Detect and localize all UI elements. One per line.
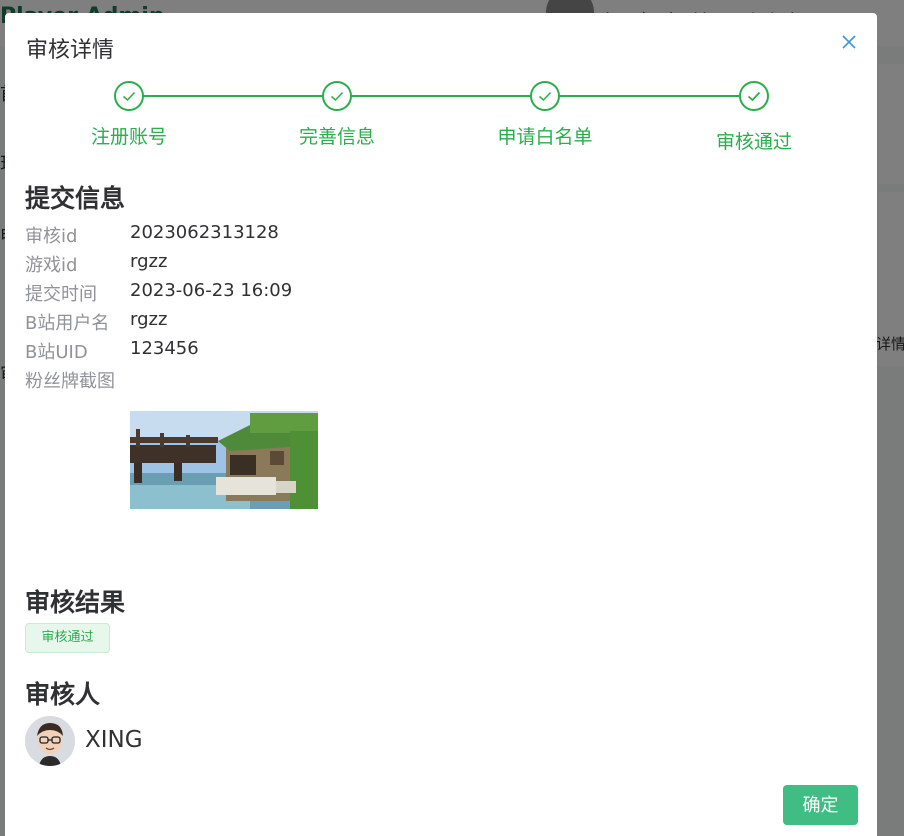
progress-steps: 注册账号 完善信息 申请白名单 审核通过 — [5, 13, 877, 173]
review-details-dialog: 审核详情 注册账号 完善信息 申请白名单 审核通过 提交信息 审核id 2023… — [5, 13, 877, 836]
step-check-icon — [322, 81, 352, 111]
info-label: 游戏id — [25, 255, 78, 276]
info-label: 粉丝牌截图 — [25, 371, 115, 392]
status-badge: 审核通过 — [25, 623, 110, 653]
step-label: 申请白名单 — [497, 126, 593, 148]
info-value: rgzz — [130, 309, 168, 330]
step-label: 完善信息 — [298, 126, 375, 148]
step-label: 审核通过 — [715, 131, 792, 153]
confirm-button[interactable]: 确定 — [783, 785, 858, 825]
info-label: B站用户名 — [25, 313, 110, 334]
step-connector — [351, 95, 531, 97]
info-label: 提交时间 — [25, 284, 97, 305]
result-heading: 审核结果 — [25, 588, 126, 617]
step-check-icon — [739, 81, 769, 111]
info-value: rgzz — [130, 251, 168, 272]
info-label: B站UID — [25, 342, 88, 363]
step-connector — [143, 95, 323, 97]
info-value: 2023062313128 — [130, 222, 279, 243]
reviewer-heading: 审核人 — [25, 680, 101, 709]
step-connector — [559, 95, 739, 97]
step-check-icon — [530, 81, 560, 111]
info-value: 2023-06-23 16:09 — [130, 280, 293, 301]
step-check-icon — [114, 81, 144, 111]
reviewer-name: XING — [85, 727, 143, 753]
info-label: 审核id — [25, 226, 78, 247]
fan-badge-screenshot-image[interactable] — [130, 411, 318, 509]
step-label: 注册账号 — [90, 126, 167, 148]
info-value: 123456 — [130, 338, 199, 359]
avatar — [25, 716, 75, 766]
submission-heading: 提交信息 — [25, 184, 126, 213]
